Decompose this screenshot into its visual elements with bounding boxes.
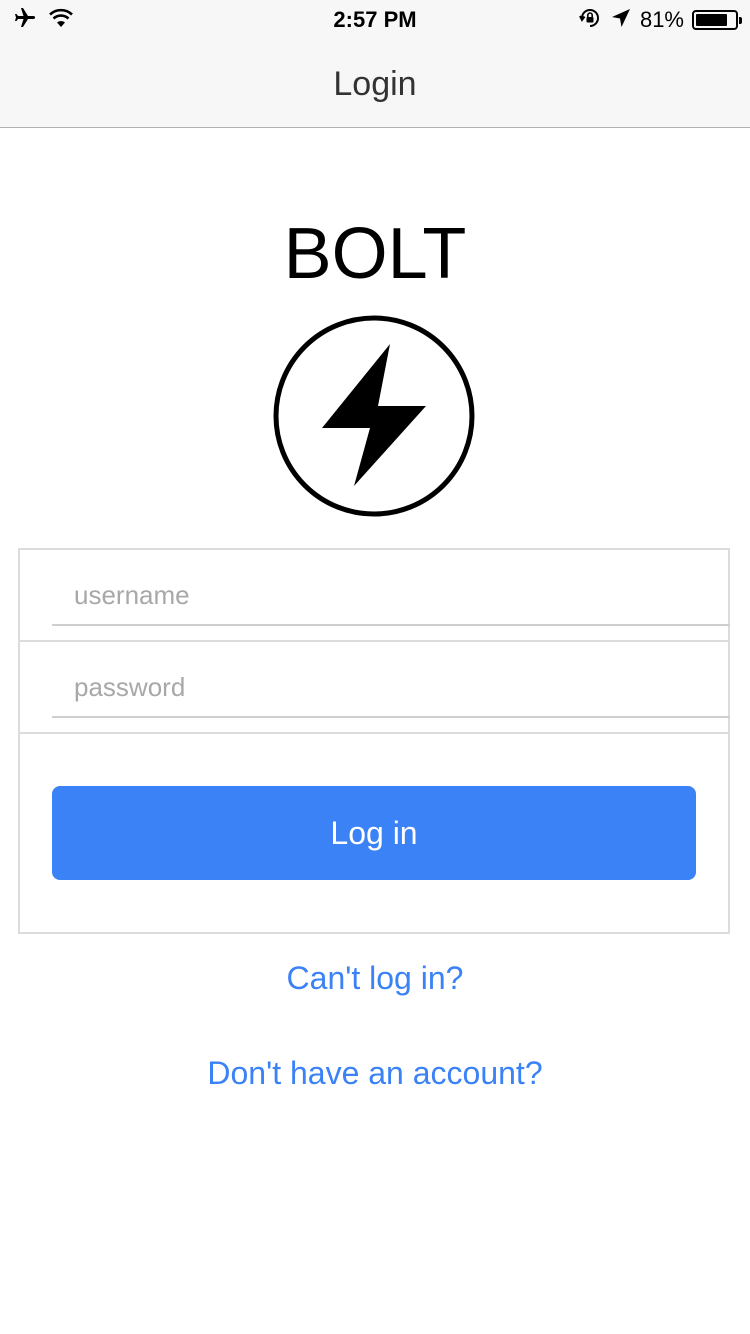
form-divider — [20, 640, 728, 642]
nav-bar: Login — [0, 40, 750, 128]
login-form: Log in — [18, 548, 730, 934]
status-right: 81% — [578, 6, 742, 35]
battery-percent: 81% — [639, 7, 684, 32]
password-input[interactable] — [52, 658, 730, 718]
battery-cap — [739, 17, 742, 24]
rotation-lock-icon — [578, 6, 602, 35]
sign-up-link[interactable]: Don't have an account? — [0, 1055, 750, 1092]
brand-title: BOLT — [283, 214, 467, 294]
location-arrow-icon — [610, 7, 632, 34]
status-bar: 2:57 PM 81% — [0, 0, 750, 40]
login-button[interactable]: Log in — [52, 786, 696, 880]
battery-icon — [692, 10, 742, 30]
cant-login-link[interactable]: Can't log in? — [0, 960, 750, 997]
battery-fill — [696, 14, 727, 26]
lightning-bolt-icon — [272, 314, 476, 518]
form-divider — [20, 732, 728, 734]
username-input[interactable] — [52, 566, 730, 626]
page-title: Login — [333, 65, 417, 103]
